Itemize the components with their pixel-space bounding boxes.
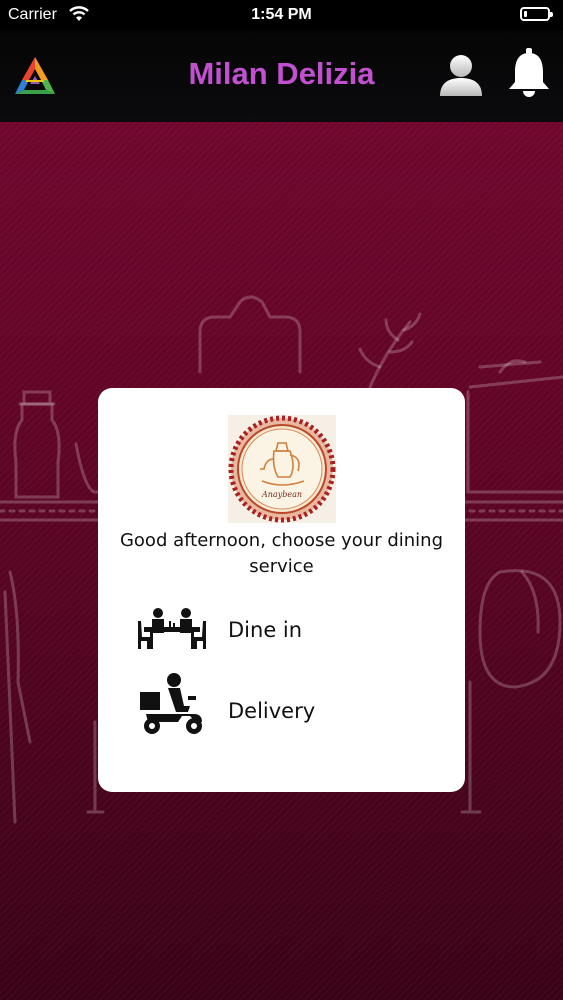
app-screen: Carrier 1:54 PM Milan Delizia Anaybean G… [0, 0, 563, 1000]
delivery-option[interactable]: Delivery [138, 673, 438, 738]
dining-service-card: Anaybean Good afternoon, choose your din… [98, 388, 465, 792]
delivery-scooter-icon [140, 673, 202, 734]
greeting-text: Good afternoon, choose your dining servi… [119, 530, 444, 577]
clock: 1:54 PM [251, 6, 312, 23]
delivery-label: Delivery [228, 699, 316, 723]
profile-icon[interactable] [438, 52, 484, 100]
dine-in-label: Dine in [228, 618, 303, 642]
battery-icon [520, 7, 553, 21]
dine-in-option[interactable]: Dine in [138, 607, 438, 657]
dine-in-icon [138, 608, 206, 649]
restaurant-logo: Anaybean [228, 415, 336, 523]
bell-icon[interactable] [506, 48, 552, 100]
status-bar: Carrier 1:54 PM [0, 0, 563, 30]
svg-text:Anaybean: Anaybean [261, 490, 302, 499]
top-nav-bar: Milan Delizia [0, 30, 563, 122]
